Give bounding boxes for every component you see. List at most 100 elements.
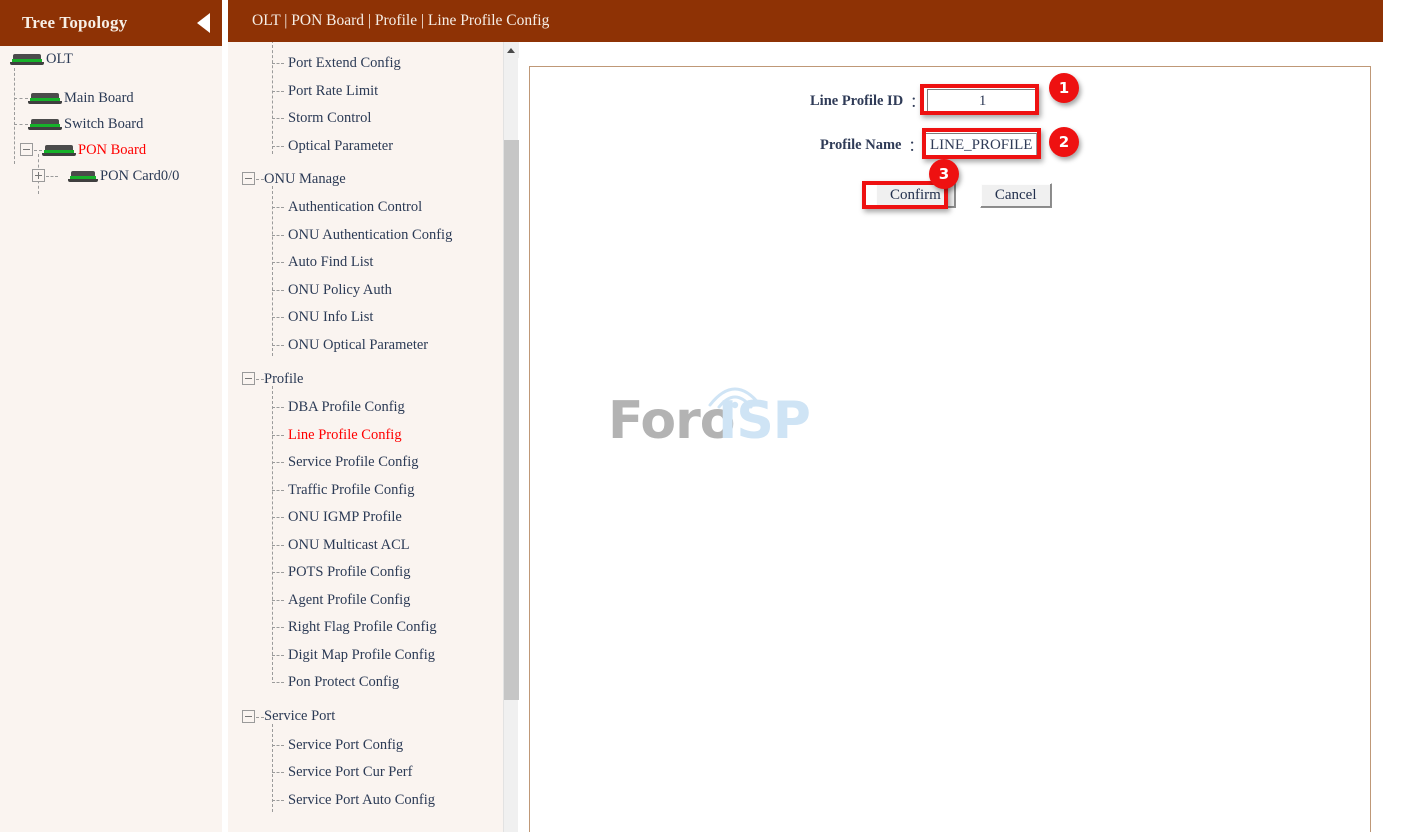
line-profile-id-label: Line Profile ID (810, 92, 904, 109)
label-colon: ： (908, 138, 923, 155)
menu-connector (272, 63, 284, 64)
menu-item-label[interactable]: POTS Profile Config (288, 564, 410, 581)
menu-item-label[interactable]: Authentication Control (288, 199, 422, 216)
menu-item-pots-profile-config[interactable]: POTS Profile Config (228, 559, 503, 587)
menu-item-label[interactable]: Right Flag Profile Config (288, 619, 437, 636)
menu-connector (272, 744, 284, 746)
tree-node-pon-card[interactable]: PON Card0/0 (0, 163, 222, 189)
menu-item-onu-igmp-profile[interactable]: ONU IGMP Profile (228, 504, 503, 532)
menu-item-service-port-auto-config[interactable]: Service Port Auto Config (228, 787, 503, 815)
scroll-up-button[interactable] (504, 42, 519, 58)
tree-topology-title: Tree Topology (22, 13, 128, 32)
tree-node-label: OLT (46, 50, 73, 67)
expand-toggle-plus-icon[interactable] (32, 169, 45, 182)
menu-connector (272, 489, 284, 491)
label-colon: ： (910, 94, 925, 111)
menu-item-onu-optical-parameter[interactable]: ONU Optical Parameter (228, 332, 503, 360)
menu-item-label[interactable]: Service Port Config (288, 737, 403, 754)
menu-item-line-profile-config[interactable]: Line Profile Config (228, 422, 503, 450)
menu-group-label[interactable]: ONU Manage (264, 171, 346, 188)
menu-item-auto-find-list[interactable]: Auto Find List (228, 249, 503, 277)
menu-item-label[interactable]: Auto Find List (288, 254, 373, 271)
menu-item-label[interactable]: ONU Optical Parameter (288, 337, 428, 354)
triangle-left-icon[interactable] (197, 13, 210, 33)
menu-item-label[interactable]: Line Profile Config (288, 427, 402, 444)
menu-group-profile: Profile DBA Profile Config Line Profile … (228, 364, 503, 697)
menu-item-digit-map-profile-config[interactable]: Digit Map Profile Config (228, 642, 503, 670)
tree-connector (34, 150, 42, 151)
menu-item-onu-authentication-config[interactable]: ONU Authentication Config (228, 222, 503, 250)
board-icon (28, 118, 62, 130)
menu-item-service-profile-config[interactable]: Service Profile Config (228, 449, 503, 477)
menu-item-onu-info-list[interactable]: ONU Info List (228, 304, 503, 332)
cancel-button[interactable]: Cancel (979, 183, 1052, 208)
menu-item-agent-profile-config[interactable]: Agent Profile Config (228, 587, 503, 615)
menu-item-label[interactable]: Service Port Auto Config (288, 792, 435, 809)
menu-group-onu-manage: ONU Manage Authentication Control ONU Au… (228, 164, 503, 359)
menu-connector (272, 317, 284, 318)
menu-connector (272, 682, 284, 683)
board-icon (10, 53, 44, 65)
menu-item-traffic-profile-config[interactable]: Traffic Profile Config (228, 477, 503, 505)
menu-item-label[interactable]: ONU IGMP Profile (288, 509, 402, 526)
triangle-up-icon (507, 48, 515, 53)
menu-item-label[interactable]: Port Extend Config (288, 55, 401, 72)
menu-connector (272, 462, 284, 463)
tree-node-olt[interactable]: OLT (0, 46, 222, 72)
scrollbar-thumb[interactable] (504, 140, 519, 700)
menu-item-label[interactable]: ONU Authentication Config (288, 227, 452, 244)
menu-item-optical-parameter[interactable]: Optical Parameter (228, 133, 503, 161)
menu-group-header-profile[interactable]: Profile (228, 364, 503, 394)
menu-item-label[interactable]: DBA Profile Config (288, 399, 405, 416)
board-icon (28, 92, 62, 104)
line-profile-id-input[interactable] (926, 89, 1039, 113)
menu-item-pon-protect-config[interactable]: Pon Protect Config (228, 669, 503, 697)
menu-item-right-flag-profile-config[interactable]: Right Flag Profile Config (228, 614, 503, 642)
menu-connector (256, 379, 264, 380)
menu-item-port-rate-limit[interactable]: Port Rate Limit (228, 78, 503, 106)
menu-item-label[interactable]: ONU Multicast ACL (288, 537, 410, 554)
menu-item-port-extend-config[interactable]: Port Extend Config (228, 50, 503, 78)
menu-item-onu-policy-auth[interactable]: ONU Policy Auth (228, 277, 503, 305)
profile-name-input[interactable] (924, 133, 1037, 157)
tree-node-pon-board[interactable]: PON Board (0, 137, 222, 163)
menu-item-storm-control[interactable]: Storm Control (228, 105, 503, 133)
menu-item-label[interactable]: Service Port Cur Perf (288, 764, 412, 781)
menu-item-dba-profile-config[interactable]: DBA Profile Config (228, 394, 503, 422)
collapse-toggle-minus-icon[interactable] (242, 172, 255, 185)
tree-connector (46, 176, 58, 177)
menu-group-header-onu-manage[interactable]: ONU Manage (228, 164, 503, 194)
menu-item-label[interactable]: Optical Parameter (288, 138, 393, 155)
menu-scrollbar[interactable] (503, 42, 519, 832)
collapse-toggle-minus-icon[interactable] (242, 709, 255, 723)
tree-node-switch-board[interactable]: Switch Board (0, 111, 222, 137)
menu-item-label[interactable]: ONU Info List (288, 309, 373, 326)
navigation-menu-pane: Port Extend Config Port Rate Limit Storm… (228, 42, 503, 832)
menu-group-label[interactable]: Service Port (264, 708, 335, 725)
collapse-toggle-minus-icon[interactable] (242, 372, 255, 385)
menu-connector (272, 407, 284, 408)
menu-item-label[interactable]: Service Profile Config (288, 454, 418, 471)
watermark-text-primary: Foro (608, 391, 736, 451)
confirm-button[interactable]: Confirm (875, 183, 956, 208)
menu-item-label[interactable]: Agent Profile Config (288, 592, 410, 609)
menu-connector (272, 544, 284, 546)
menu-item-label[interactable]: Pon Protect Config (288, 674, 399, 691)
menu-item-onu-multicast-acl[interactable]: ONU Multicast ACL (228, 532, 503, 560)
menu-item-label[interactable]: Traffic Profile Config (288, 482, 414, 499)
menu-item-authentication-control[interactable]: Authentication Control (228, 194, 503, 222)
menu-group-header-service-port[interactable]: Service Port (228, 702, 503, 732)
watermark-text-accent: ISP (718, 391, 811, 451)
tree-topology-header: Tree Topology (0, 0, 222, 46)
form-actions: Confirm Cancel (875, 183, 1052, 208)
menu-item-service-port-config[interactable]: Service Port Config (228, 732, 503, 760)
menu-item-label[interactable]: ONU Policy Auth (288, 282, 392, 299)
tree-node-main-board[interactable]: Main Board (0, 85, 222, 111)
collapse-toggle-minus-icon[interactable] (20, 143, 33, 156)
menu-group-label[interactable]: Profile (264, 371, 303, 388)
menu-item-label[interactable]: Storm Control (288, 110, 371, 127)
menu-item-service-port-cur-perf[interactable]: Service Port Cur Perf (228, 759, 503, 787)
menu-item-label[interactable]: Digit Map Profile Config (288, 647, 435, 664)
menu-item-label[interactable]: Port Rate Limit (288, 83, 378, 100)
board-icon (42, 144, 76, 156)
